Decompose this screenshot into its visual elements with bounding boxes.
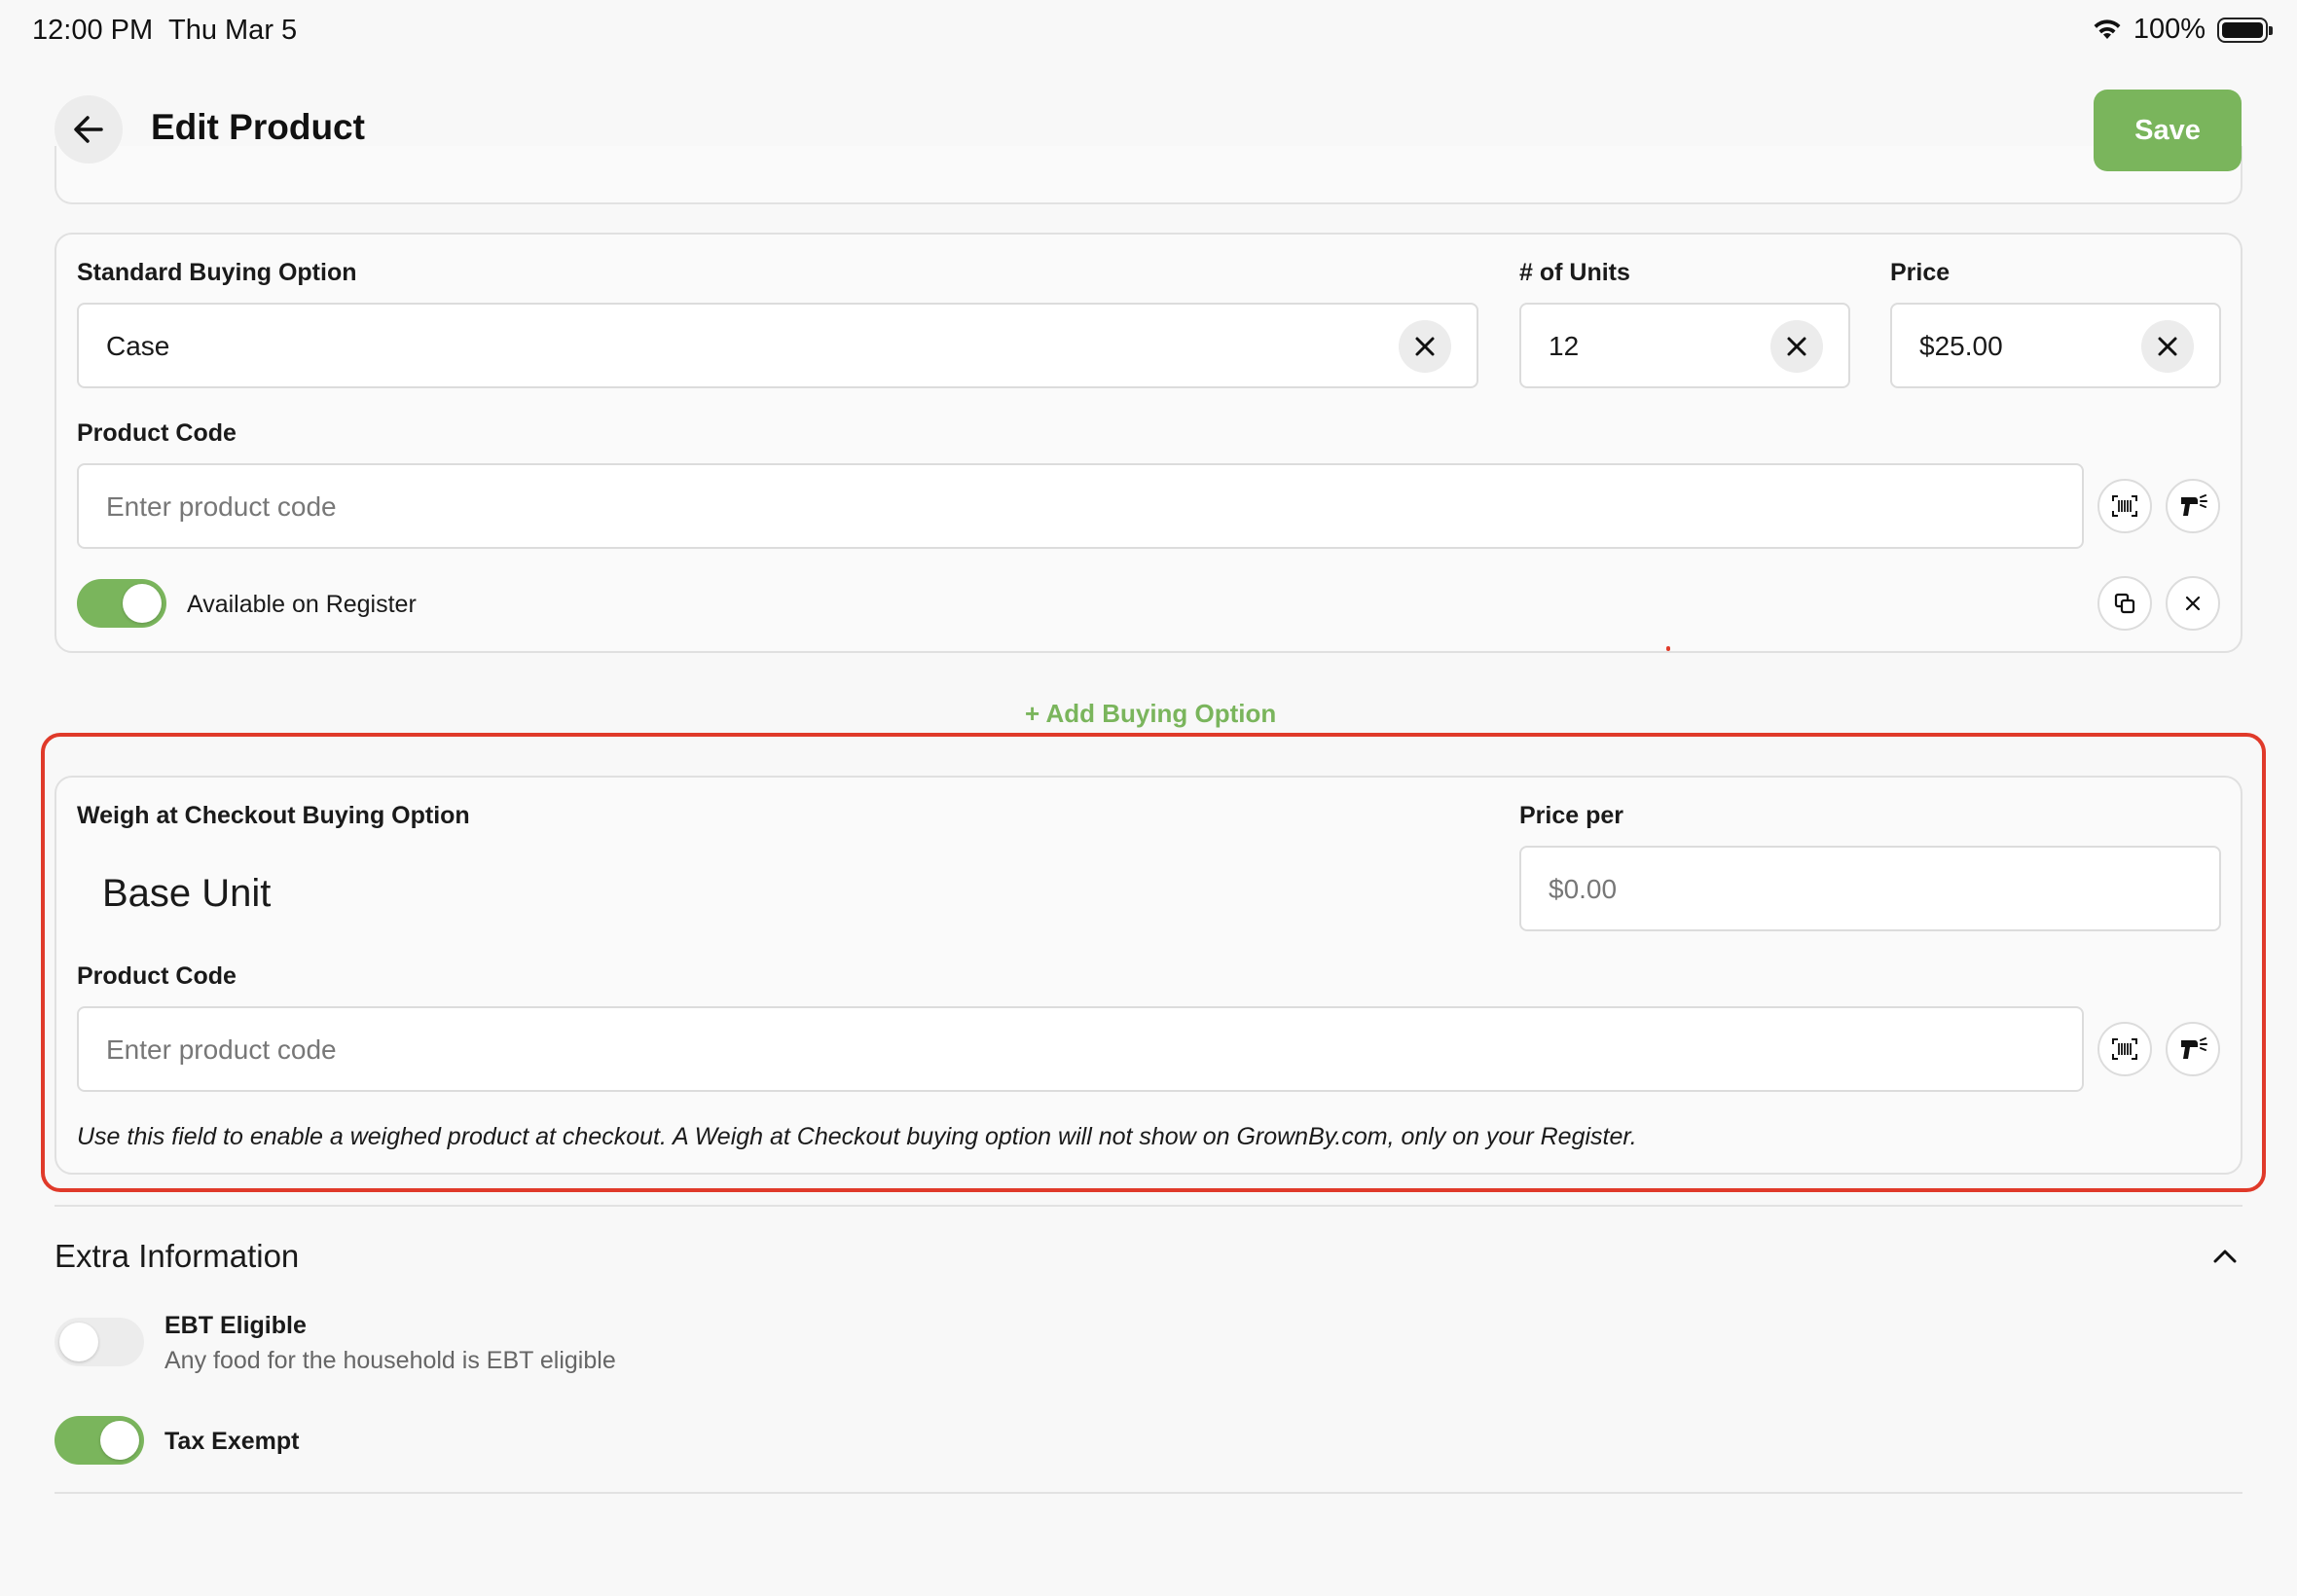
barcode-scan-icon (2112, 1038, 2137, 1060)
weigh-product-code-input[interactable]: Enter product code (77, 1006, 2084, 1092)
chevron-up-icon (2213, 1250, 2237, 1263)
close-icon (2185, 596, 2201, 611)
weigh-hint-text: Use this field to enable a weighed produ… (77, 1123, 1637, 1150)
weigh-scan-barcode-button[interactable] (2097, 1022, 2152, 1076)
status-indicators: 100% (2093, 14, 2273, 46)
units-label: # of Units (1519, 259, 1630, 286)
weigh-product-code-placeholder: Enter product code (106, 1034, 337, 1065)
buying-option-field[interactable]: Case (77, 303, 1478, 388)
add-buying-option-link[interactable]: + Add Buying Option (1025, 699, 1276, 729)
clear-buying-option-button[interactable] (1399, 320, 1451, 373)
close-icon (1787, 337, 1806, 356)
weigh-scanner-gun-button[interactable] (2166, 1022, 2220, 1076)
section-divider-bottom (55, 1492, 2242, 1494)
price-per-label: Price per (1519, 802, 1624, 829)
toggle-knob (100, 1421, 139, 1460)
header: Edit Product Save (0, 62, 2297, 185)
price-per-input[interactable]: $0.00 (1519, 846, 2221, 931)
clear-price-button[interactable] (2141, 320, 2194, 373)
scanner-gun-icon (2181, 494, 2207, 516)
price-field[interactable]: $25.00 (1890, 303, 2221, 388)
wifi-icon (2094, 18, 2121, 39)
battery-percentage: 100% (2133, 14, 2206, 45)
weigh-product-code-label: Product Code (77, 962, 237, 990)
collapse-extra-info-button[interactable] (2207, 1242, 2242, 1271)
product-code-input[interactable]: Enter product code (77, 463, 2084, 549)
ebt-eligible-label: EBT Eligible (164, 1312, 307, 1339)
clear-units-button[interactable] (1770, 320, 1823, 373)
arrow-left-icon (74, 116, 103, 143)
available-on-register-toggle[interactable] (77, 579, 166, 628)
edit-product-screen: 12:00 PM Thu Mar 5 100% Edit Product Sav… (0, 0, 2297, 1596)
weigh-at-checkout-card (55, 776, 2242, 1175)
buying-option-value: Case (106, 331, 170, 361)
battery-icon (2217, 17, 2273, 43)
weigh-option-label: Weigh at Checkout Buying Option (77, 802, 470, 829)
base-unit-value: Base Unit (102, 872, 272, 915)
units-field[interactable]: 12 (1519, 303, 1850, 388)
save-button[interactable]: Save (2094, 90, 2242, 171)
section-divider-top (55, 1205, 2242, 1207)
ebt-eligible-description: Any food for the household is EBT eligib… (164, 1347, 616, 1374)
extra-information-title: Extra Information (55, 1238, 300, 1274)
back-button[interactable] (55, 95, 123, 163)
scan-barcode-button[interactable] (2097, 479, 2152, 533)
close-icon (1415, 337, 1435, 356)
status-bar: 12:00 PM Thu Mar 5 100% (0, 0, 2297, 62)
toggle-knob (123, 584, 162, 623)
copy-icon (2114, 593, 2135, 614)
price-label: Price (1890, 259, 1951, 286)
price-value: $25.00 (1919, 331, 2003, 361)
barcode-scan-icon (2112, 495, 2137, 517)
product-code-placeholder: Enter product code (106, 491, 337, 522)
standard-option-label: Standard Buying Option (77, 259, 357, 286)
duplicate-option-button[interactable] (2097, 576, 2152, 631)
page-title: Edit Product (151, 107, 365, 147)
toggle-knob (59, 1323, 98, 1361)
close-icon (2158, 337, 2177, 356)
price-per-placeholder: $0.00 (1549, 874, 1618, 904)
remove-option-button[interactable] (2166, 576, 2220, 631)
annotation-mark (1666, 646, 1670, 651)
tax-exempt-label: Tax Exempt (164, 1428, 300, 1455)
status-date: Thu Mar 5 (168, 15, 298, 46)
available-on-register-label: Available on Register (187, 591, 417, 618)
barcode-scanner-gun-button[interactable] (2166, 479, 2220, 533)
tax-exempt-toggle[interactable] (55, 1416, 144, 1465)
scanner-gun-icon (2181, 1037, 2207, 1059)
ebt-eligible-toggle[interactable] (55, 1318, 144, 1366)
units-value: 12 (1549, 331, 1580, 361)
product-code-label: Product Code (77, 419, 237, 447)
status-time: 12:00 PM (32, 15, 154, 46)
